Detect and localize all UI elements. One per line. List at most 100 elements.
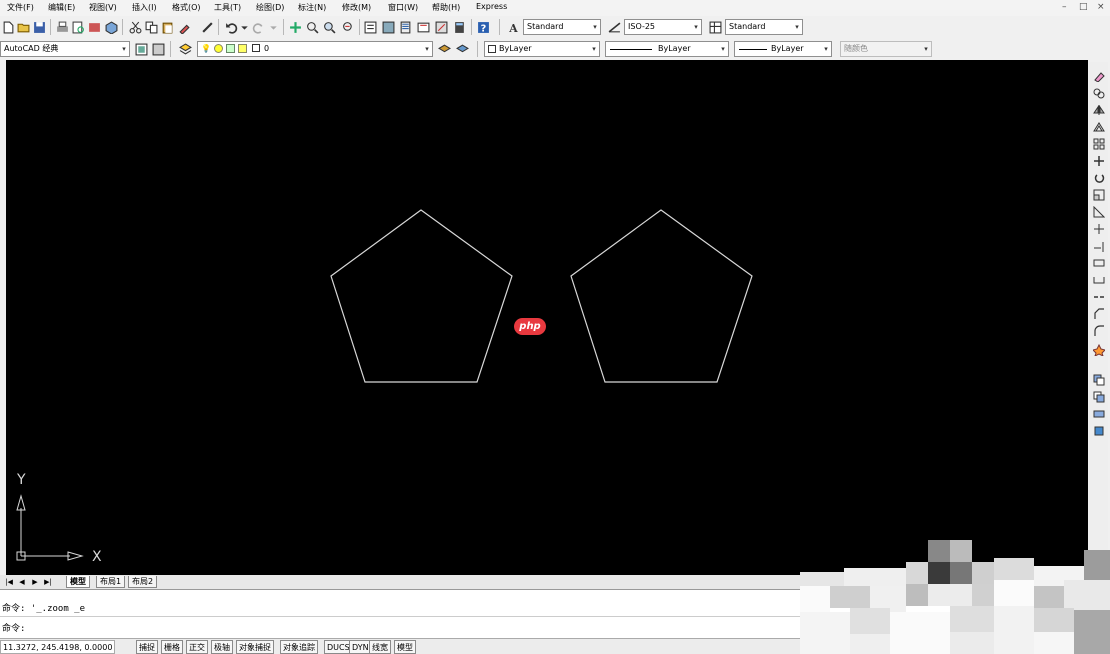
snap-toggle[interactable]: 捕捉	[136, 640, 158, 654]
osnap-toggle[interactable]: 对象捕捉	[236, 640, 274, 654]
ortho-toggle[interactable]: 正交	[186, 640, 208, 654]
layer-dropdown[interactable]: 💡 0 ▾	[197, 41, 433, 57]
properties-icon[interactable]	[362, 19, 378, 35]
lineweight-dropdown[interactable]: ByLayer ▾	[734, 41, 832, 57]
draw-order-icon[interactable]	[1091, 372, 1106, 387]
menu-insert[interactable]: 插入(I)	[132, 2, 157, 13]
layer-previous-icon[interactable]	[454, 41, 470, 57]
text-style-value: Standard	[527, 22, 564, 31]
erase-icon[interactable]	[1091, 68, 1106, 83]
drawing-canvas[interactable]: Y X	[6, 60, 1088, 576]
text-style-icon[interactable]: A	[505, 19, 521, 35]
array-icon[interactable]	[1091, 136, 1106, 151]
print-preview-icon[interactable]	[70, 19, 86, 35]
send-to-back-icon[interactable]	[1091, 406, 1106, 421]
chevron-down-icon: ▾	[425, 45, 429, 53]
table-style-icon[interactable]	[707, 19, 723, 35]
workspace-settings-icon[interactable]	[133, 41, 149, 57]
match-properties-icon[interactable]	[176, 19, 192, 35]
standard-toolbar: ? A Standard ▾ ISO-25 ▾ Standard ▾	[0, 16, 1110, 38]
markup-set-icon[interactable]	[433, 19, 449, 35]
grid-toggle[interactable]: 栅格	[161, 640, 183, 654]
text-style-dropdown[interactable]: Standard ▾	[523, 19, 601, 35]
copy-object-icon[interactable]	[1091, 85, 1106, 100]
prev-tab-button[interactable]: ◀	[17, 577, 27, 587]
tab-layout2[interactable]: 布局2	[128, 576, 158, 588]
menu-help[interactable]: 帮助(H)	[432, 2, 460, 13]
first-tab-button[interactable]: |◀	[4, 577, 14, 587]
menu-edit[interactable]: 编辑(E)	[48, 2, 75, 13]
table-style-dropdown[interactable]: Standard ▾	[725, 19, 803, 35]
pan-icon[interactable]	[287, 19, 303, 35]
chamfer-icon[interactable]	[1091, 306, 1106, 321]
zoom-previous-icon[interactable]	[340, 19, 356, 35]
menu-tools[interactable]: 工具(T)	[214, 2, 241, 13]
rotate-icon[interactable]	[1091, 170, 1106, 185]
tab-layout1[interactable]: 布局1	[96, 576, 126, 588]
workspace-save-icon[interactable]	[150, 41, 166, 57]
zoom-window-icon[interactable]	[321, 19, 337, 35]
menu-express[interactable]: Express	[476, 2, 507, 11]
menu-view[interactable]: 视图(V)	[89, 2, 117, 13]
help-icon[interactable]: ?	[475, 19, 491, 35]
stretch-icon[interactable]	[1091, 204, 1106, 219]
close-button[interactable]: ×	[1097, 2, 1105, 12]
offset-icon[interactable]	[1091, 119, 1106, 134]
mirror-icon[interactable]	[1091, 102, 1106, 117]
menu-dimension[interactable]: 标注(N)	[298, 2, 326, 13]
break-icon[interactable]	[1091, 272, 1106, 287]
paste-icon[interactable]	[159, 19, 175, 35]
model-toggle[interactable]: 模型	[394, 640, 416, 654]
join-icon[interactable]	[1091, 289, 1106, 304]
next-tab-button[interactable]: ▶	[30, 577, 40, 587]
menu-file[interactable]: 文件(F)	[7, 2, 34, 13]
sheet-set-icon[interactable]	[415, 19, 431, 35]
zoom-realtime-icon[interactable]	[304, 19, 320, 35]
linetype-dropdown[interactable]: ByLayer ▾	[605, 41, 729, 57]
command-prompt[interactable]: 命令:	[2, 621, 25, 634]
design-center-icon[interactable]	[380, 19, 396, 35]
menu-format[interactable]: 格式(O)	[172, 2, 201, 13]
menu-window[interactable]: 窗口(W)	[388, 2, 418, 13]
publish-icon[interactable]	[86, 19, 102, 35]
dimension-style-icon[interactable]	[606, 19, 622, 35]
break-at-point-icon[interactable]	[1091, 255, 1106, 270]
redo-icon[interactable]	[250, 19, 266, 35]
menu-draw[interactable]: 绘图(D)	[256, 2, 284, 13]
block-editor-icon[interactable]	[199, 19, 215, 35]
workspace-dropdown[interactable]: AutoCAD 经典 ▾	[0, 41, 130, 57]
chevron-down-icon: ▾	[795, 23, 799, 31]
otrack-toggle[interactable]: 对象追踪	[280, 640, 318, 654]
tool-palettes-icon[interactable]	[397, 19, 413, 35]
copy-icon[interactable]	[143, 19, 159, 35]
color-dropdown[interactable]: ByLayer ▾	[484, 41, 600, 57]
print-icon[interactable]	[54, 19, 70, 35]
lineweight-toggle[interactable]: 线宽	[369, 640, 391, 654]
scale-icon[interactable]	[1091, 187, 1106, 202]
polar-toggle[interactable]: 极轴	[211, 640, 233, 654]
trim-icon[interactable]	[1091, 221, 1106, 236]
redo-dropdown-icon[interactable]	[265, 19, 281, 35]
tab-model[interactable]: 模型	[66, 576, 90, 588]
move-icon[interactable]	[1091, 153, 1106, 168]
extend-icon[interactable]	[1091, 238, 1106, 253]
explode-icon[interactable]	[1091, 342, 1106, 357]
save-icon[interactable]	[31, 19, 47, 35]
make-object-layer-current-icon[interactable]	[436, 41, 452, 57]
3d-dwf-icon[interactable]	[103, 19, 119, 35]
new-file-icon[interactable]	[0, 19, 16, 35]
calculator-icon[interactable]	[451, 19, 467, 35]
dimension-style-dropdown[interactable]: ISO-25 ▾	[624, 19, 702, 35]
minimize-button[interactable]: –	[1062, 2, 1067, 12]
bring-to-front-icon[interactable]	[1091, 389, 1106, 404]
plot-style-value: 随颜色	[844, 44, 868, 53]
coordinate-display[interactable]: 11.3272, 245.4198, 0.0000	[0, 640, 116, 654]
open-file-icon[interactable]	[15, 19, 31, 35]
last-tab-button[interactable]: ▶|	[43, 577, 53, 587]
bring-above-icon[interactable]	[1091, 423, 1106, 438]
cut-icon[interactable]	[127, 19, 143, 35]
restore-button[interactable]: □	[1079, 2, 1088, 12]
menu-modify[interactable]: 修改(M)	[342, 2, 371, 13]
fillet-icon[interactable]	[1091, 323, 1106, 338]
layer-properties-icon[interactable]	[177, 41, 193, 57]
